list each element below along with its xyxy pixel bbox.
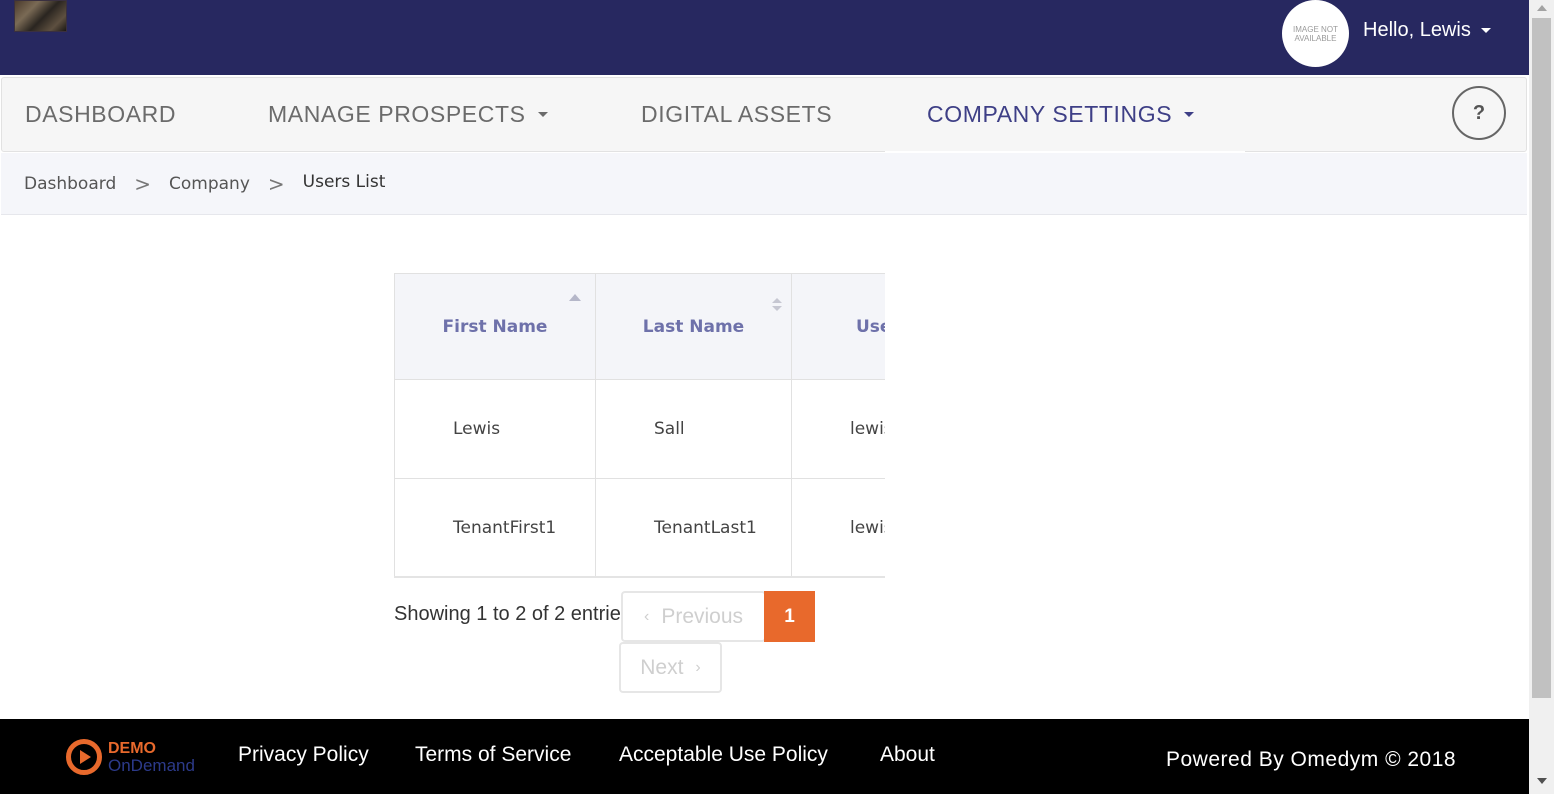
page-number: 1 [784,605,795,627]
next-page-button[interactable]: Next › [619,642,722,693]
scroll-up-arrow-icon[interactable] [1537,5,1547,11]
breadcrumb: Dashboard > Company > Users List [1,153,1527,215]
users-table: First Name Last Name Username Lewis Sall… [394,273,885,576]
user-menu-toggle[interactable]: Hello, Lewis [1363,19,1491,42]
footer-link-about[interactable]: About [880,743,935,767]
column-header-username[interactable]: Username [791,273,885,380]
caret-down-icon [1480,28,1491,33]
scroll-down-arrow-icon[interactable] [1537,778,1547,784]
nav-label: COMPANY SETTINGS [927,101,1173,127]
column-label: Username [856,316,885,337]
nav-digital-assets[interactable]: DIGITAL ASSETS [641,78,832,151]
footer-link-acceptable-use-policy[interactable]: Acceptable Use Policy [619,743,828,767]
chevron-right-icon: › [695,658,701,676]
column-label: Last Name [642,316,745,337]
table-row[interactable]: Lewis Sall lewis [394,379,885,479]
cell-username: lewis [791,478,885,576]
sort-icon [772,298,782,312]
logo-bottom-text: OnDemand [108,756,195,775]
greeting-text: Hello, Lewis [1363,19,1471,41]
table-info-text: Showing 1 to 2 of 2 entries [394,603,624,625]
nav-dashboard[interactable]: DASHBOARD [25,78,176,151]
column-label: First Name [442,316,548,337]
next-label: Next [640,655,684,679]
cell-username: lewis [791,379,885,479]
caret-down-icon [537,112,548,117]
avatar-placeholder-text: IMAGE NOT AVAILABLE [1293,24,1338,43]
breadcrumb-current: Users List [302,171,386,192]
top-header-bar: IMAGE NOT AVAILABLE Hello, Lewis [0,0,1529,75]
page-scrollbar[interactable] [1529,0,1554,794]
scrollbar-thumb[interactable] [1532,18,1551,698]
nav-manage-prospects[interactable]: MANAGE PROSPECTS [268,78,548,151]
help-icon: ? [1472,101,1486,124]
nav-label: MANAGE PROSPECTS [268,101,526,127]
cell-last-name: Sall [595,379,792,479]
cell-first-name: Lewis [394,379,596,479]
chevron-left-icon: ‹ [643,607,650,625]
table-row[interactable]: TenantFirst1 TenantLast1 lewis [394,478,885,576]
breadcrumb-company[interactable]: Company [169,174,250,194]
user-avatar[interactable]: IMAGE NOT AVAILABLE [1282,0,1349,67]
column-header-last-name[interactable]: Last Name [595,273,792,380]
previous-page-button[interactable]: ‹ Previous [621,591,766,642]
company-logo-image[interactable] [14,0,67,32]
cell-first-name: TenantFirst1 [394,478,596,576]
footer-logo[interactable]: DEMO OnDemand [66,739,195,775]
caret-down-icon [1184,112,1195,117]
table-header-row: First Name Last Name Username [394,273,885,380]
column-header-first-name[interactable]: First Name [394,273,596,380]
sort-ascending-icon [569,294,581,301]
previous-label: Previous [661,604,744,628]
logo-top-text: DEMO [108,740,156,757]
breadcrumb-separator: > [134,171,151,196]
footer-link-privacy-policy[interactable]: Privacy Policy [238,743,369,767]
users-table-container: First Name Last Name Username Lewis Sall… [394,273,885,578]
help-button[interactable]: ? [1452,86,1506,140]
breadcrumb-separator: > [267,171,285,196]
main-nav: DASHBOARD MANAGE PROSPECTS DIGITAL ASSET… [1,77,1527,153]
nav-label: DIGITAL ASSETS [641,101,833,127]
page-1-button[interactable]: 1 [764,591,815,642]
play-icon [66,739,102,775]
cell-last-name: TenantLast1 [595,478,792,576]
footer-link-terms-of-service[interactable]: Terms of Service [415,743,571,767]
nav-label: DASHBOARD [25,101,177,127]
breadcrumb-dashboard[interactable]: Dashboard [24,174,116,194]
footer-copyright: Powered By Omedym © 2018 [1166,748,1457,771]
nav-company-settings[interactable]: COMPANY SETTINGS [927,78,1195,151]
